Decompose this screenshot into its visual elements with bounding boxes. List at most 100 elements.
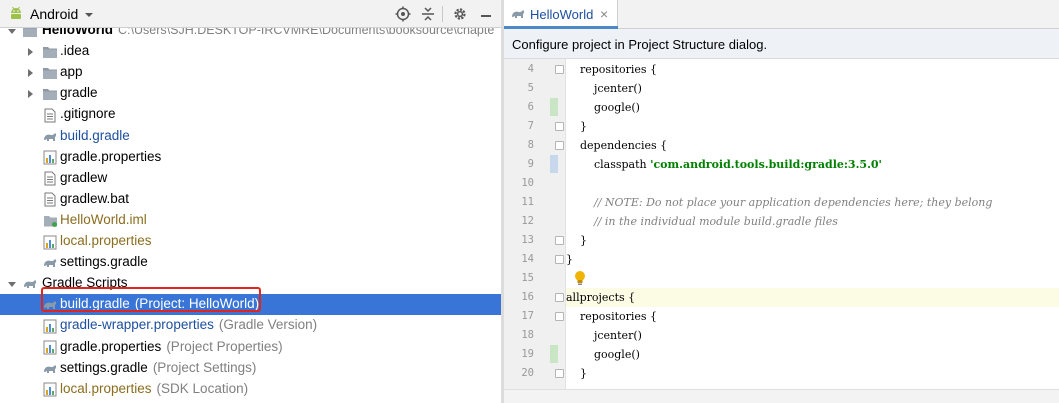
tree-item-name: HelloWorld.iml [60, 211, 147, 227]
line-number: 10 [521, 177, 534, 189]
change-marker[interactable] [550, 345, 558, 363]
tree-item-hint: (Gradle Version) [218, 317, 318, 333]
gradle-icon [22, 276, 38, 292]
tree-item[interactable]: gradle.properties [0, 147, 501, 168]
tree-item[interactable]: gradlew [0, 168, 501, 189]
tree-item[interactable]: build.gradle [0, 126, 501, 147]
tree-item-name: gradle.properties [60, 338, 162, 354]
code-line: jcenter() [566, 329, 642, 342]
chevron-down-icon[interactable] [7, 279, 17, 289]
tree-item-label: HelloWorld C:\Users\SJH.DESKTOP-IRCVMRE\D… [42, 28, 494, 37]
editor-gutter: 4 5 6 7 8 9 10 11 12 13 14 15 16 17 18 19 20 [504, 59, 566, 389]
tree-item[interactable]: settings.gradle (Project Settings) [0, 358, 501, 379]
tree-item-label: settings.gradle (Project Settings) [60, 360, 256, 375]
code-line: classpath 'com.android.tools.build:gradl… [566, 158, 882, 171]
fold-marker-icon[interactable] [555, 141, 564, 150]
horizontal-scrollbar[interactable] [504, 389, 1059, 403]
tree-item[interactable]: HelloWorld.iml [0, 210, 501, 231]
chevron-right-icon[interactable] [25, 68, 35, 78]
tree-item-label: gradle.properties (Project Properties) [60, 339, 283, 354]
code-line: repositories { [566, 310, 658, 323]
tree-item[interactable]: gradlew.bat [0, 189, 501, 210]
change-marker[interactable] [550, 155, 558, 173]
tree-item[interactable]: .gitignore [0, 104, 501, 125]
code-line: google() [566, 101, 640, 114]
tree-item[interactable]: build.gradle (Project: HelloWorld) [0, 294, 501, 316]
collapse-all-icon[interactable] [418, 4, 438, 24]
tree-item[interactable]: settings.gradle [0, 252, 501, 273]
chevron-right-icon[interactable] [25, 89, 35, 99]
fold-marker-icon[interactable] [555, 255, 564, 264]
code-line: } [566, 367, 587, 380]
tree-item-hint: (SDK Location) [156, 380, 249, 396]
editor-pane: HelloWorld × Configure project in Projec… [504, 0, 1059, 403]
fold-marker-icon[interactable] [555, 293, 564, 302]
line-number: 20 [521, 367, 534, 379]
tree-item[interactable]: Gradle Scripts [0, 273, 501, 294]
fold-marker-icon[interactable] [555, 65, 564, 74]
gradle-icon [42, 297, 58, 313]
line-number: 9 [527, 158, 534, 170]
android-icon [8, 5, 24, 24]
tree-item-hint: (Project Settings) [152, 359, 257, 375]
tree-item-name: gradlew [60, 169, 108, 185]
code-line: google() [566, 348, 640, 361]
fold-marker-icon[interactable] [555, 369, 564, 378]
code-line: repositories { [566, 63, 658, 76]
line-number: 7 [527, 120, 534, 132]
gradle-icon [42, 129, 58, 145]
toolbar-separator [442, 6, 443, 22]
tree-item-label: local.properties (SDK Location) [60, 381, 248, 396]
lightbulb-icon[interactable] [574, 270, 586, 286]
tree-item-name: settings.gradle [60, 359, 148, 375]
fold-marker-icon[interactable] [555, 236, 564, 245]
gear-icon[interactable] [450, 4, 470, 24]
project-view-label: Android [30, 6, 79, 22]
hide-pane-icon[interactable] [476, 4, 496, 24]
tree-item-name: app [60, 64, 83, 80]
tree-item-name: gradlew.bat [60, 190, 130, 206]
line-number: 14 [521, 253, 534, 265]
tree-item-name: gradle.properties [60, 148, 162, 164]
project-view-selector[interactable]: Android [8, 4, 94, 24]
tree-item-label: build.gradle [60, 128, 130, 143]
file-icon [42, 192, 58, 208]
line-number: 5 [527, 82, 534, 94]
chevron-down-icon[interactable] [7, 28, 17, 36]
tree-item[interactable]: local.properties [0, 231, 501, 252]
project-pane: Android HelloWorld C:\Users\SJH.DESKTOP-I… [0, 0, 501, 403]
tree-item[interactable]: gradle [0, 83, 501, 104]
chevron-down-icon [84, 7, 94, 22]
tree-item-name: build.gradle [60, 296, 130, 312]
locate-icon[interactable] [393, 4, 413, 24]
fold-marker-icon[interactable] [555, 312, 564, 321]
code-line: dependencies { [566, 139, 668, 152]
tree-item[interactable]: gradle.properties (Project Properties) [0, 337, 501, 358]
line-number: 12 [521, 215, 534, 227]
folder-icon [42, 86, 58, 102]
tree-item[interactable]: gradle-wrapper.properties (Gradle Version… [0, 315, 501, 336]
notification-banner: Configure project in Project Structure d… [504, 29, 1059, 59]
tree-item[interactable]: HelloWorld C:\Users\SJH.DESKTOP-IRCVMRE\D… [0, 28, 501, 41]
tree-item[interactable]: app [0, 62, 501, 83]
chevron-right-icon[interactable] [25, 47, 35, 57]
code-line: } [566, 120, 587, 133]
tab-helloworld[interactable]: HelloWorld × [504, 0, 618, 29]
tree-item-label: gradlew [60, 170, 107, 185]
properties-icon [42, 150, 58, 166]
tree-item-name: settings.gradle [60, 254, 148, 270]
tree-item[interactable]: .idea [0, 41, 501, 62]
fold-marker-icon[interactable] [555, 122, 564, 131]
code-editor[interactable]: 4 5 6 7 8 9 10 11 12 13 14 15 16 17 18 19 20 repositorie… [504, 59, 1059, 389]
folder-icon [22, 28, 38, 39]
tree-item-name: HelloWorld [42, 28, 114, 37]
tree-item[interactable]: local.properties (SDK Location) [0, 379, 501, 400]
tree-item-label: gradle [60, 85, 98, 100]
line-number: 18 [521, 329, 534, 341]
properties-icon [42, 340, 58, 356]
change-marker[interactable] [550, 98, 558, 116]
line-number: 16 [521, 291, 534, 303]
code-line: allprojects { [566, 291, 636, 304]
tree-item-label: local.properties [60, 233, 152, 248]
close-icon[interactable]: × [600, 6, 608, 22]
